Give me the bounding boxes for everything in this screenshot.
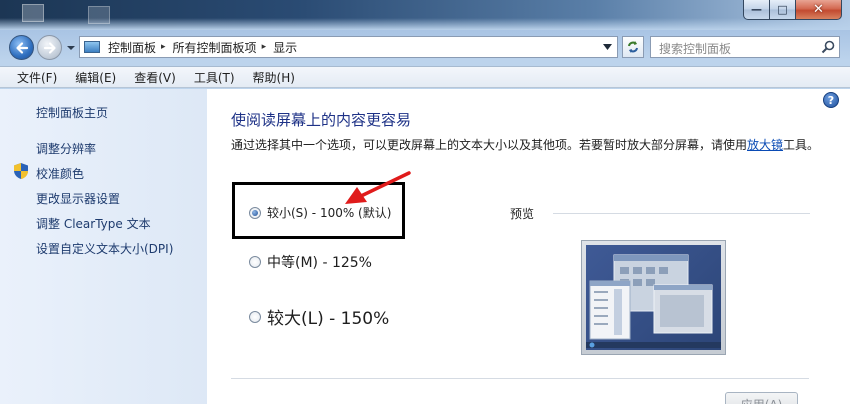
preview-heading: 预览 [510, 207, 535, 221]
breadcrumb-separator-icon[interactable]: ▸ [262, 42, 267, 52]
back-arrow-icon [15, 41, 28, 54]
control-panel-icon [84, 41, 100, 53]
search-placeholder: 搜索控制面板 [659, 42, 732, 56]
option-larger-label: 较大(L) - 150% [267, 309, 390, 329]
uac-shield-icon [14, 163, 28, 179]
radio-button-selected[interactable] [249, 206, 261, 219]
radio-button[interactable] [249, 256, 261, 268]
apply-button[interactable]: 应用(A) [725, 392, 798, 404]
menu-file[interactable]: 文件(F) [8, 69, 66, 86]
breadcrumb-separator-icon[interactable]: ▸ [161, 42, 166, 52]
description-text: 通过选择其中一个选项，可以更改屏幕上的文本大小以及其他项。若要暂时放大部分屏幕，… [231, 138, 748, 152]
forward-arrow-icon [43, 41, 56, 54]
menu-edit[interactable]: 编辑(E) [66, 69, 125, 86]
option-medium[interactable]: 中等(M) - 125% [249, 252, 372, 272]
option-larger[interactable]: 较大(L) - 150% [249, 304, 389, 329]
sidebar: 控制面板主页 调整分辨率 校准颜色 更改显示器设置 调整 ClearType 文… [0, 89, 207, 404]
preview-image [581, 240, 726, 355]
maximize-button[interactable]: □ [770, 0, 796, 20]
breadcrumb-control-panel[interactable]: 控制面板 [108, 39, 156, 56]
sidebar-item-control-panel-home[interactable]: 控制面板主页 [36, 104, 108, 121]
refresh-button[interactable] [622, 36, 644, 58]
option-medium-label: 中等(M) - 125% [267, 255, 372, 271]
address-bar[interactable]: 控制面板 ▸ 所有控制面板项 ▸ 显示 [79, 36, 618, 58]
background-desktop-icon [22, 4, 44, 22]
sidebar-item-adjust-resolution[interactable]: 调整分辨率 [36, 140, 96, 157]
chevron-down-icon [602, 44, 612, 50]
description-text-end: 工具。 [783, 138, 820, 152]
close-icon: ✕ [813, 2, 824, 17]
search-icon[interactable] [821, 40, 835, 54]
background-desktop-icon [88, 6, 110, 24]
minimize-button[interactable]: — [743, 0, 770, 20]
magnifier-link[interactable]: 放大镜 [747, 138, 783, 152]
minimize-icon: — [751, 3, 762, 16]
forward-button[interactable] [37, 35, 62, 60]
refresh-icon [628, 41, 638, 53]
preview-windows-illustration [586, 254, 721, 348]
breadcrumb-all-items[interactable]: 所有控制面板项 [173, 39, 257, 56]
menu-help[interactable]: 帮助(H) [244, 69, 304, 86]
radio-button[interactable] [249, 310, 261, 323]
annotation-arrow-icon [345, 171, 411, 204]
address-dropdown-button[interactable] [599, 39, 615, 55]
sidebar-item-custom-dpi[interactable]: 设置自定义文本大小(DPI) [36, 240, 173, 257]
bottom-divider [231, 378, 809, 379]
menu-bar: 文件(F) 编辑(E) 查看(V) 工具(T) 帮助(H) [0, 66, 850, 88]
preview-screen [586, 245, 721, 350]
breadcrumb-display[interactable]: 显示 [273, 39, 297, 56]
menu-tools[interactable]: 工具(T) [185, 69, 244, 86]
window-frame: — □ ✕ 控制面板 ▸ 所有控制面板项 ▸ 显示 搜索控制面板 文件(F) 编… [0, 0, 850, 404]
search-input[interactable]: 搜索控制面板 [650, 36, 840, 58]
help-icon[interactable]: ? [823, 92, 839, 108]
recent-pages-dropdown-icon[interactable] [66, 43, 76, 53]
close-button[interactable]: ✕ [796, 0, 842, 20]
sidebar-item-change-display-settings[interactable]: 更改显示器设置 [36, 190, 120, 207]
caption-buttons: — □ ✕ [743, 0, 842, 20]
menu-view[interactable]: 查看(V) [125, 69, 185, 86]
back-button[interactable] [9, 35, 34, 60]
main-pane: 使阅读屏幕上的内容更容易 通过选择其中一个选项，可以更改屏幕上的文本大小以及其他… [207, 89, 850, 404]
description: 通过选择其中一个选项，可以更改屏幕上的文本大小以及其他项。若要暂时放大部分屏幕，… [231, 137, 831, 154]
sidebar-item-adjust-cleartype[interactable]: 调整 ClearType 文本 [36, 215, 151, 232]
page-title: 使阅读屏幕上的内容更容易 [231, 111, 412, 129]
sidebar-item-calibrate-color[interactable]: 校准颜色 [36, 165, 84, 182]
maximize-icon: □ [777, 3, 788, 16]
preview-divider [553, 213, 810, 214]
title-bar[interactable] [0, 0, 850, 30]
